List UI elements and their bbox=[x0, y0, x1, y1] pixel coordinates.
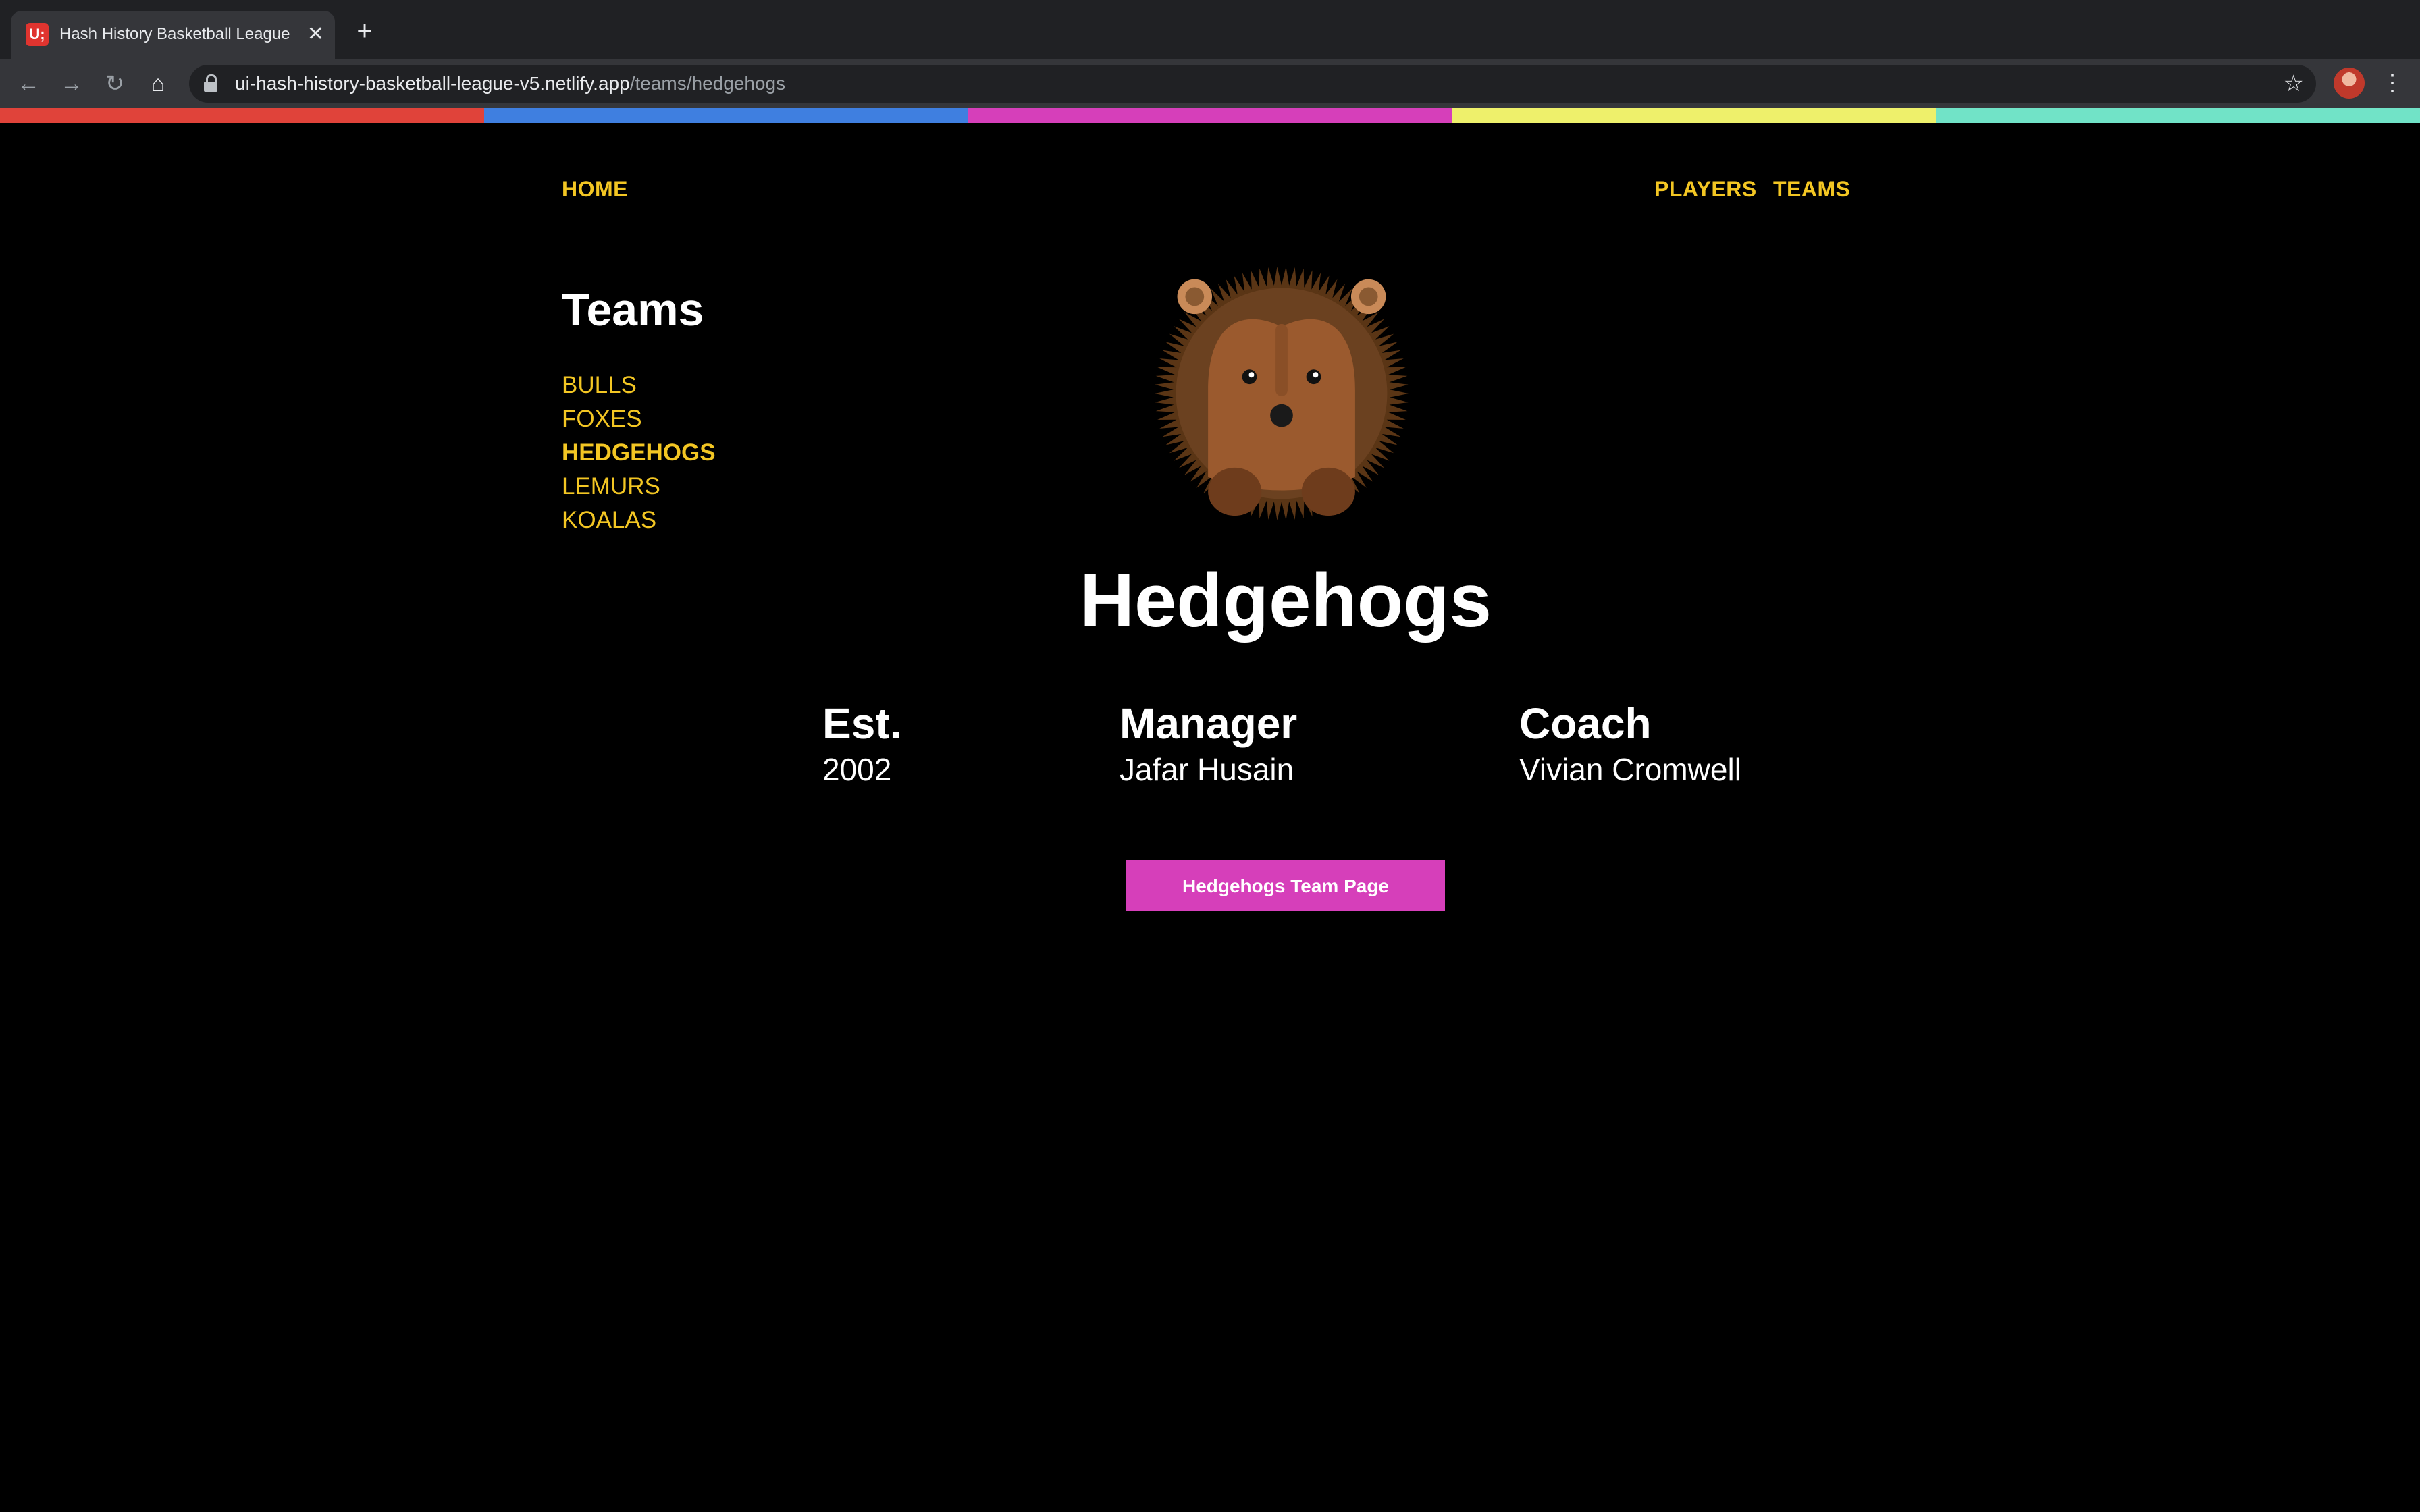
est-stat: Est. 2002 bbox=[822, 699, 901, 791]
nav-home-link[interactable]: HOME bbox=[562, 177, 628, 202]
close-tab-icon[interactable]: ✕ bbox=[307, 23, 324, 46]
vertical-dots-icon[interactable]: ⋮ bbox=[2381, 66, 2404, 100]
manager-stat: Manager Jafar Husain bbox=[1120, 699, 1297, 791]
team-link-hedgehogs[interactable]: HEDGEHOGS bbox=[562, 439, 716, 466]
team-link-lemurs[interactable]: LEMURS bbox=[562, 473, 660, 500]
sidebar-title: Teams bbox=[562, 284, 704, 335]
lock-icon[interactable] bbox=[204, 73, 217, 94]
coach-stat: Coach Vivian Cromwell bbox=[1519, 699, 1741, 791]
browser-tab[interactable]: U; Hash History Basketball League ✕ bbox=[11, 11, 335, 59]
url-path: /teams/hedgehogs bbox=[629, 73, 786, 94]
team-list-item: FOXES bbox=[562, 402, 716, 436]
team-list-item: BULLS bbox=[562, 369, 716, 402]
color-strip-segment bbox=[1936, 108, 2420, 123]
coach-value: Vivian Cromwell bbox=[1519, 752, 1741, 787]
browser-tabstrip: U; Hash History Basketball League ✕ + bbox=[0, 0, 2420, 59]
team-list: BULLS FOXES HEDGEHOGS LEMURS KOALAS bbox=[562, 369, 716, 537]
est-value: 2002 bbox=[822, 752, 892, 787]
manager-value: Jafar Husain bbox=[1120, 752, 1294, 787]
coach-label: Coach bbox=[1519, 699, 1652, 748]
url-text[interactable]: ui-hash-history-basketball-league-v5.net… bbox=[235, 65, 785, 103]
nav-teams-link[interactable]: TEAMS bbox=[1773, 177, 1851, 202]
star-icon[interactable]: ☆ bbox=[2284, 70, 2304, 97]
home-icon[interactable]: ⌂ bbox=[143, 69, 173, 99]
manager-label: Manager bbox=[1120, 699, 1298, 748]
team-list-item: KOALAS bbox=[562, 504, 716, 537]
team-page-button[interactable]: Hedgehogs Team Page bbox=[1126, 860, 1445, 911]
est-label: Est. bbox=[822, 699, 902, 748]
team-link-bulls[interactable]: BULLS bbox=[562, 372, 637, 398]
new-tab-icon[interactable]: + bbox=[351, 18, 378, 45]
team-link-koalas[interactable]: KOALAS bbox=[562, 507, 656, 533]
forward-arrow-icon[interactable]: → bbox=[57, 69, 86, 99]
tab-title: Hash History Basketball League bbox=[59, 25, 290, 43]
hedgehog-logo-icon bbox=[1154, 266, 1409, 520]
team-link-foxes[interactable]: FOXES bbox=[562, 406, 642, 432]
back-arrow-icon[interactable]: ← bbox=[14, 69, 43, 99]
nav-players-link[interactable]: PLAYERS bbox=[1654, 177, 1757, 202]
reload-icon[interactable]: ↻ bbox=[100, 69, 130, 99]
site-favicon-icon: U; bbox=[26, 23, 49, 46]
browser-toolbar: ← → ↻ ⌂ ui-hash-history-basketball-leagu… bbox=[0, 59, 2420, 108]
team-list-item: LEMURS bbox=[562, 470, 716, 504]
color-strip-segment bbox=[1452, 108, 1937, 123]
url-host: ui-hash-history-basketball-league-v5.net… bbox=[235, 73, 630, 94]
color-strip-segment bbox=[968, 108, 1452, 123]
profile-avatar[interactable] bbox=[2334, 68, 2365, 99]
team-list-item: HEDGEHOGS bbox=[562, 436, 716, 470]
color-strip-segment bbox=[483, 108, 968, 123]
team-name-heading: Hedgehogs bbox=[1080, 558, 1492, 643]
color-strip bbox=[0, 108, 2420, 123]
color-strip-segment bbox=[0, 108, 484, 123]
address-bar[interactable]: ui-hash-history-basketball-league-v5.net… bbox=[189, 65, 2316, 103]
